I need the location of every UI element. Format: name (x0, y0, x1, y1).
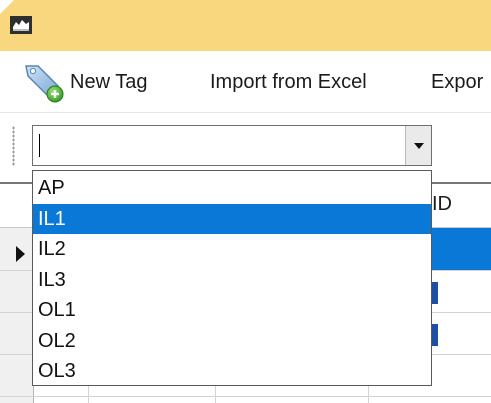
app-icon (10, 16, 32, 34)
import-from-excel-button[interactable]: Import from Excel (210, 51, 367, 113)
new-tag-label: New Tag (70, 70, 148, 93)
row-pointer-icon (16, 246, 25, 262)
dropdown-option-il1[interactable]: IL1 (33, 203, 431, 234)
grid-row-marker (432, 324, 438, 346)
tag-add-icon (25, 65, 64, 103)
import-label: Import from Excel (210, 70, 367, 93)
export-label: Expor (431, 70, 484, 93)
export-button[interactable]: Expor (431, 51, 483, 113)
dropdown-option-ol1[interactable]: OL1 (33, 295, 431, 326)
grid-row-line (0, 396, 491, 397)
filter-combobox[interactable] (32, 125, 432, 166)
dropdown-option-il2[interactable]: IL2 (33, 234, 431, 265)
dropdown-arrow-icon (413, 142, 424, 149)
combo-dropdown-list: AP IL1 IL2 IL3 OL1 OL2 OL3 (32, 170, 432, 386)
new-tag-button[interactable]: New Tag (22, 51, 147, 113)
window-corner (0, 0, 14, 14)
dropdown-option-ap[interactable]: AP (33, 173, 431, 204)
dropdown-option-ol3[interactable]: OL3 (33, 356, 431, 387)
combo-dropdown-button[interactable] (405, 126, 431, 165)
column-header-id[interactable]: ID (432, 193, 452, 216)
toolbar: New Tag Import from Excel Expor (0, 51, 491, 113)
grid-row-marker (432, 282, 438, 304)
title-bar (0, 0, 491, 51)
selected-grid-row[interactable] (432, 228, 491, 270)
dropdown-option-ol2[interactable]: OL2 (33, 326, 431, 357)
grip-icon[interactable] (12, 126, 15, 166)
dropdown-option-il3[interactable]: IL3 (33, 265, 431, 296)
filter-combo-input[interactable] (33, 126, 405, 165)
text-caret (39, 134, 40, 157)
